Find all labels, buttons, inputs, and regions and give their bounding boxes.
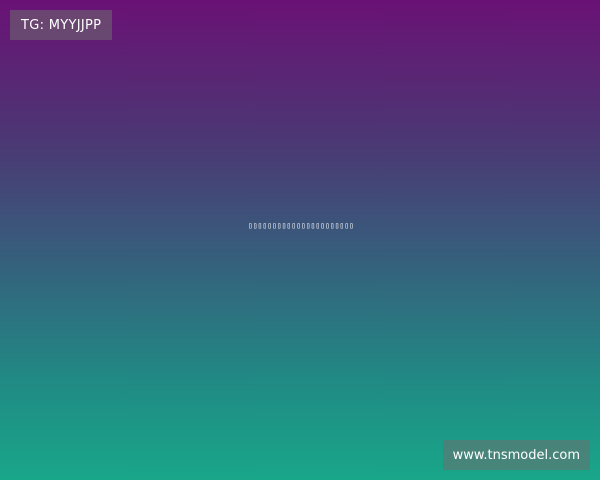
- tag-text: TG: MYYJJPP: [21, 17, 102, 33]
- top-left-tag: TG: MYYJJPP: [10, 10, 113, 40]
- noise-texture: [0, 0, 600, 480]
- center-placeholder-glyphs: ▯▯▯▯▯▯▯▯▯▯▯▯▯▯▯▯▯▯▯▯▯▯▯▯▯▯: [248, 221, 354, 230]
- site-text: www.tnsmodel.com: [452, 447, 580, 463]
- bottom-right-site: www.tnsmodel.com: [442, 440, 590, 470]
- center-placeholder-text: ▯▯▯▯▯▯▯▯▯▯▯▯▯▯▯▯▯▯▯▯▯▯▯▯▯▯: [248, 221, 354, 231]
